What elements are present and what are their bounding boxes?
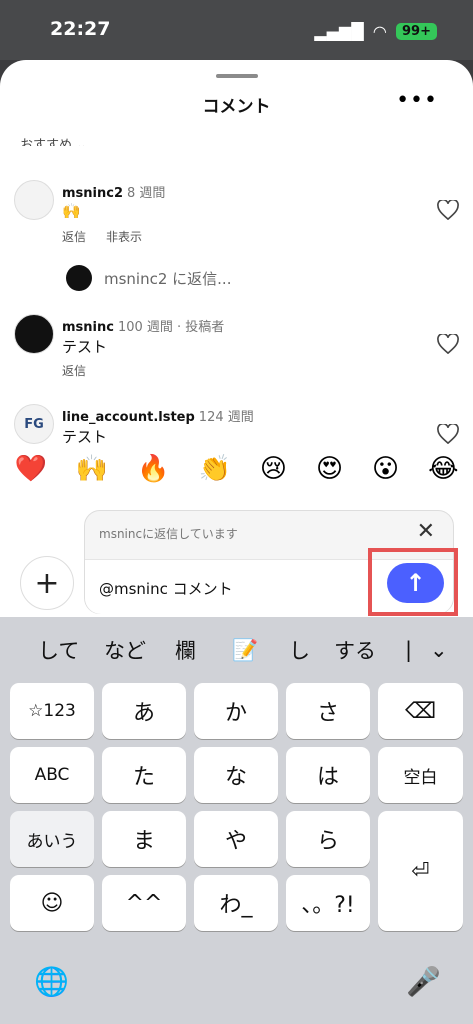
reply-button[interactable]: 返信 [62, 228, 86, 245]
comment-user[interactable]: msninc2 8 週間 [62, 182, 165, 201]
add-button[interactable]: + [20, 556, 74, 610]
emoji-button[interactable]: 😍 [316, 454, 343, 484]
key-wa[interactable]: わ_ [194, 875, 278, 931]
keyboard: して など 欄 📝 し する | ⌄ ☆123 あ か さ ⌫ ABC た な … [0, 617, 473, 1024]
key-delete[interactable]: ⌫ [378, 683, 463, 739]
reply-button[interactable]: 返信 [62, 362, 86, 379]
key-space[interactable]: 空白 [378, 747, 463, 803]
key-na[interactable]: な [194, 747, 278, 803]
avatar[interactable] [14, 314, 54, 354]
key-emoji[interactable]: ☺ [10, 875, 94, 931]
send-highlight-frame: ↑ [368, 548, 458, 616]
key-ma[interactable]: ま [102, 811, 186, 867]
status-icons: ▂▄▆█ ◜◝ 99+ [314, 22, 437, 41]
heart-icon[interactable] [437, 334, 459, 354]
avatar[interactable] [14, 180, 54, 220]
comment-actions: 返信 [62, 362, 86, 379]
comment-input-value: @msninc コメント [99, 580, 233, 598]
chevron-down-icon[interactable]: ⌄ [430, 638, 448, 662]
mic-icon[interactable]: 🎤 [406, 965, 441, 998]
signal-icon: ▂▄▆█ [314, 22, 364, 41]
emoji-button[interactable]: 🙌 [76, 454, 108, 484]
comment-text: テスト [62, 428, 108, 446]
reply-prompt-row[interactable]: msninc2 に返信... [66, 265, 231, 291]
emoji-button[interactable]: 🔥 [137, 454, 169, 484]
emoji-reaction-bar: ❤️ 🙌 🔥 👏 😢 😍 😮 😂 [0, 454, 473, 484]
key-sa[interactable]: さ [286, 683, 370, 739]
battery-badge: 99+ [396, 23, 437, 40]
sheet-grabber[interactable] [216, 74, 258, 78]
key-ka[interactable]: か [194, 683, 278, 739]
key-return[interactable]: ⏎ [378, 811, 463, 931]
comment-actions: 返信 非表示 [62, 228, 142, 245]
key-ra[interactable]: ら [286, 811, 370, 867]
keyboard-bottom-bar: 🌐 🎤 [0, 947, 473, 1024]
emoji-button[interactable]: 👏 [199, 454, 231, 484]
avatar [66, 265, 92, 291]
comment-text: 🙌 [62, 202, 81, 220]
emoji-button[interactable]: 😢 [260, 454, 287, 484]
comment-user[interactable]: msninc 100 週間 · 投稿者 [62, 316, 224, 335]
key-punctuation[interactable]: 、。?! [286, 875, 370, 931]
hide-button[interactable]: 非表示 [106, 228, 142, 245]
heart-icon[interactable] [437, 424, 459, 444]
key-kaomoji[interactable]: ^^ [102, 875, 186, 931]
emoji-button[interactable]: 😮 [372, 454, 399, 484]
candidate-item[interactable]: し [289, 635, 310, 665]
candidate-item[interactable]: | [405, 638, 412, 662]
reply-prompt-text: msninc2 に返信... [104, 269, 232, 288]
close-reply-button[interactable]: ✕ [417, 519, 435, 544]
candidate-item[interactable]: など [104, 635, 146, 665]
emoji-button[interactable]: 😂 [428, 454, 458, 484]
sort-selector[interactable]: おすすめ ⌄ [20, 134, 87, 146]
wifi-icon: ◜◝ [373, 22, 387, 41]
heart-icon[interactable] [437, 200, 459, 220]
replying-label: msnincに返信しています [99, 527, 238, 541]
more-options-button[interactable]: ••• [396, 88, 438, 113]
candidate-item[interactable]: して [38, 635, 79, 665]
emoji-button[interactable]: ❤️ [14, 454, 46, 484]
key-a[interactable]: あ [102, 683, 186, 739]
status-time: 22:27 [50, 18, 111, 40]
key-hiragana[interactable]: あいう [10, 811, 94, 867]
candidate-item[interactable]: 📝 [232, 638, 258, 663]
key-numbers[interactable]: ☆123 [10, 683, 94, 739]
candidate-item[interactable]: する [334, 635, 376, 665]
key-abc[interactable]: ABC [10, 747, 94, 803]
key-ta[interactable]: た [102, 747, 186, 803]
key-ya[interactable]: や [194, 811, 278, 867]
comment-text: テスト [62, 338, 108, 356]
globe-icon[interactable]: 🌐 [34, 965, 69, 998]
status-bar: 22:27 ▂▄▆█ ◜◝ 99+ [0, 0, 473, 60]
avatar[interactable]: FG [14, 404, 54, 444]
send-button[interactable]: ↑ [387, 563, 444, 603]
key-ha[interactable]: は [286, 747, 370, 803]
candidate-bar: して など 欄 📝 し する | ⌄ [0, 629, 473, 671]
comment-user[interactable]: line_account.lstep 124 週間 [62, 406, 254, 425]
candidate-item[interactable]: 欄 [175, 635, 196, 665]
